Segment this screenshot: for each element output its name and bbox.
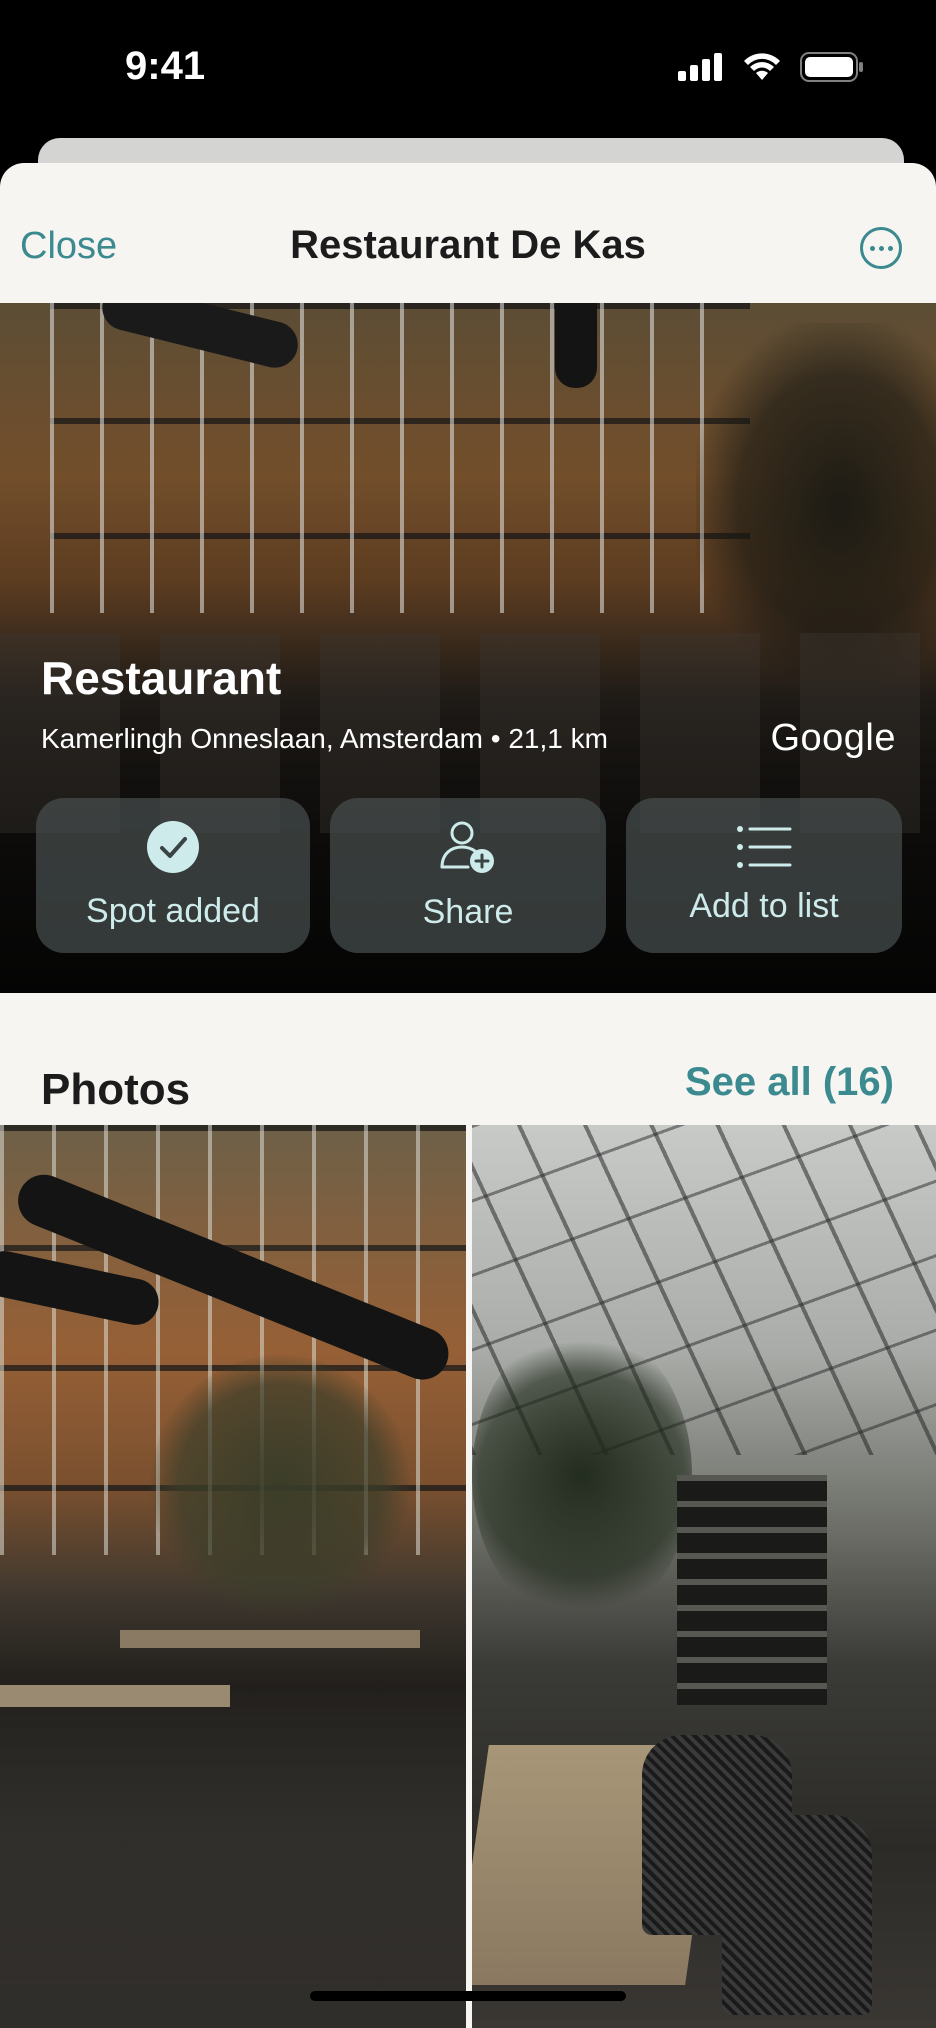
person-add-icon bbox=[440, 821, 494, 873]
photos-title: Photos bbox=[41, 1065, 191, 1114]
status-icons bbox=[678, 52, 864, 82]
spot-added-label: Spot added bbox=[86, 892, 260, 930]
home-indicator bbox=[310, 1991, 626, 2001]
photo-thumbnail[interactable] bbox=[0, 1125, 466, 2028]
status-time: 9:41 bbox=[125, 44, 206, 88]
add-to-list-label: Add to list bbox=[689, 887, 839, 925]
google-logo: Google bbox=[770, 717, 896, 759]
place-category: Restaurant bbox=[41, 652, 282, 704]
check-circle-icon bbox=[147, 821, 199, 873]
cellular-signal-icon bbox=[678, 53, 722, 81]
hero-window-frame bbox=[50, 303, 750, 613]
photo-thumbnail[interactable] bbox=[472, 1125, 936, 2028]
battery-icon bbox=[800, 52, 863, 82]
add-to-list-button[interactable]: Add to list bbox=[626, 798, 902, 953]
hero-plant bbox=[696, 323, 936, 683]
see-all-photos-link[interactable]: See all (16) bbox=[685, 1060, 894, 1105]
spot-added-button[interactable]: Spot added bbox=[36, 798, 310, 953]
status-bar: 9:41 bbox=[0, 0, 936, 135]
action-buttons: Spot added Share Add to list bbox=[36, 798, 902, 953]
hero-image: Restaurant Kamerlingh Onneslaan, Amsterd… bbox=[0, 303, 936, 993]
list-icon bbox=[737, 826, 792, 868]
share-button[interactable]: Share bbox=[330, 798, 606, 953]
hero-lamp bbox=[555, 303, 597, 388]
share-label: Share bbox=[422, 893, 514, 931]
more-options-icon[interactable] bbox=[860, 227, 902, 269]
page-title: Restaurant De Kas bbox=[290, 223, 646, 267]
wifi-icon bbox=[744, 53, 780, 80]
navigation-bar: Close Restaurant De Kas bbox=[0, 163, 936, 303]
place-address: Kamerlingh Onneslaan, Amsterdam • 21,1 k… bbox=[41, 723, 608, 754]
